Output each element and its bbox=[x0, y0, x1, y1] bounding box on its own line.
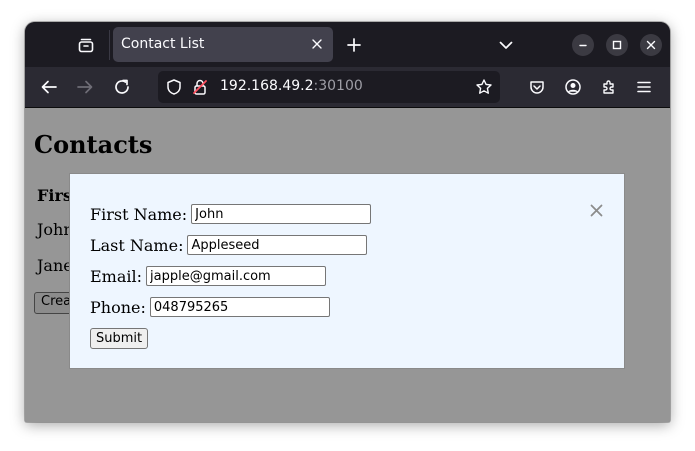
navigation-toolbar: 192.168.49.2:30100 bbox=[25, 67, 670, 108]
back-arrow-icon[interactable] bbox=[39, 77, 59, 97]
first-name-label: First Name: bbox=[90, 204, 188, 224]
shield-icon[interactable] bbox=[164, 77, 184, 97]
first-name-row: First Name: bbox=[90, 203, 372, 225]
minimize-button[interactable] bbox=[572, 34, 594, 56]
tab-close-icon[interactable] bbox=[309, 36, 325, 52]
last-name-input[interactable] bbox=[187, 235, 368, 255]
maximize-button[interactable] bbox=[606, 34, 628, 56]
extensions-puzzle-icon[interactable] bbox=[599, 77, 619, 97]
tab-separator bbox=[109, 30, 110, 60]
tab-overview-icon[interactable] bbox=[75, 34, 97, 56]
email-input[interactable] bbox=[146, 266, 327, 286]
tab-title: Contact List bbox=[121, 36, 205, 52]
phone-row: Phone: bbox=[90, 296, 330, 318]
contact-form-modal: First Name: Last Name: Email: Phone: Sub… bbox=[69, 173, 625, 369]
email-row: Email: bbox=[90, 265, 327, 287]
first-name-input[interactable] bbox=[191, 204, 372, 224]
tab-list-chevron-icon[interactable] bbox=[497, 36, 515, 54]
forward-arrow-icon[interactable] bbox=[75, 77, 95, 97]
maximize-icon bbox=[612, 40, 622, 50]
window-close-icon bbox=[646, 40, 656, 50]
email-label: Email: bbox=[90, 266, 143, 286]
submit-button[interactable]: Submit bbox=[90, 328, 149, 349]
url-port: :30100 bbox=[313, 78, 363, 94]
phone-label: Phone: bbox=[90, 297, 146, 317]
tab-strip: Contact List bbox=[25, 22, 670, 67]
page-content: Contacts Firs John Jane Crea First Name:… bbox=[25, 108, 670, 422]
window-close-button[interactable] bbox=[640, 34, 662, 56]
hamburger-menu-icon[interactable] bbox=[634, 77, 654, 97]
last-name-label: Last Name: bbox=[90, 235, 184, 255]
url-bar[interactable]: 192.168.49.2:30100 bbox=[158, 71, 500, 103]
close-icon[interactable] bbox=[588, 202, 604, 218]
url-text[interactable]: 192.168.49.2:30100 bbox=[220, 78, 363, 94]
minimize-icon bbox=[579, 44, 587, 47]
bookmark-star-icon[interactable] bbox=[474, 77, 494, 97]
pocket-icon[interactable] bbox=[527, 77, 547, 97]
account-icon[interactable] bbox=[563, 77, 583, 97]
new-tab-plus-icon[interactable] bbox=[345, 36, 363, 54]
browser-window: Contact List 192.168.49.2:30100 Contacts… bbox=[25, 22, 670, 422]
url-host: 192.168.49.2 bbox=[220, 78, 314, 94]
reload-icon[interactable] bbox=[112, 77, 132, 97]
insecure-lock-icon[interactable] bbox=[190, 77, 210, 97]
last-name-row: Last Name: bbox=[90, 234, 368, 256]
phone-input[interactable] bbox=[149, 297, 330, 317]
tab-contact-list[interactable]: Contact List bbox=[113, 27, 333, 62]
